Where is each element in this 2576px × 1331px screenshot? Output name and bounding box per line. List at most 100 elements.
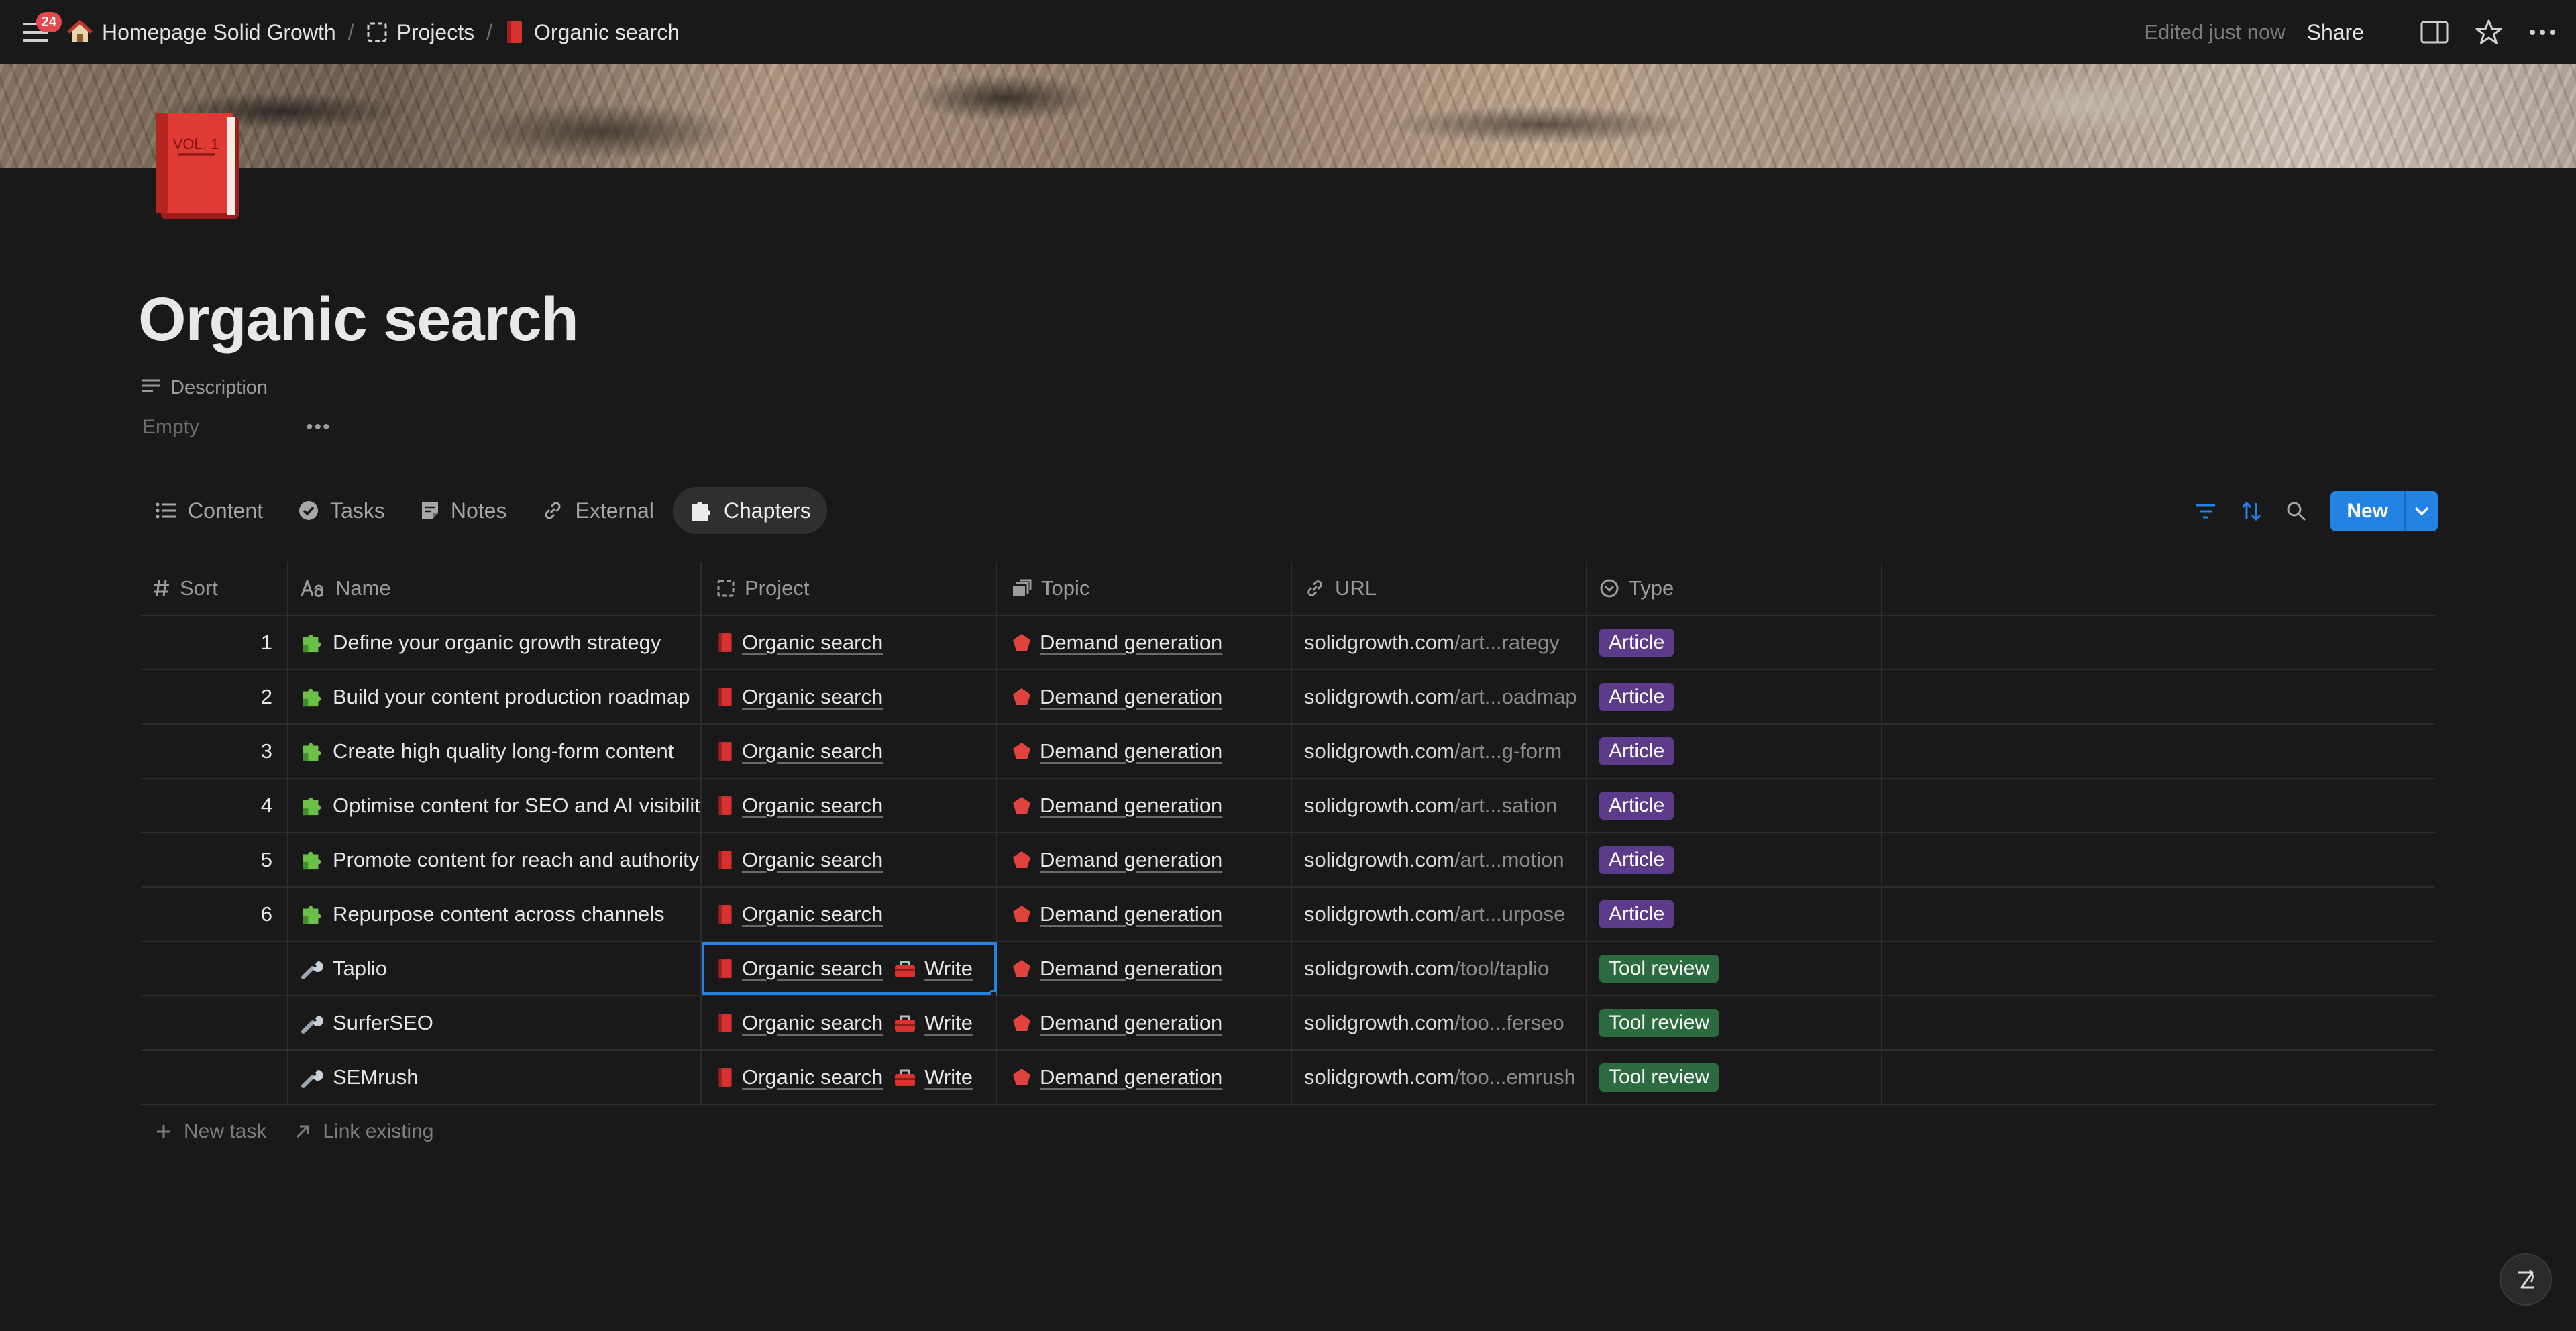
column-header-sort[interactable]: Sort: [141, 562, 288, 615]
type-cell[interactable]: Tool review: [1587, 1051, 1882, 1104]
table-row[interactable]: 2 Build your content production roadmap …: [141, 670, 2435, 725]
url-domain[interactable]: solidgrowth.com: [1304, 848, 1454, 872]
url-domain[interactable]: solidgrowth.com: [1304, 1011, 1454, 1035]
name-cell[interactable]: Create high quality long-form content: [288, 725, 702, 778]
topic-relation[interactable]: Demand generation: [1012, 685, 1222, 709]
red-book-vol1-icon[interactable]: VOL. 1: [152, 110, 246, 224]
topic-cell[interactable]: Demand generation: [997, 833, 1292, 886]
filter-icon[interactable]: [2195, 502, 2216, 520]
new-task-button[interactable]: New task: [156, 1120, 266, 1143]
topic-relation[interactable]: Demand generation: [1012, 631, 1222, 655]
url-path[interactable]: /art...oadmap: [1454, 685, 1577, 709]
column-header-project[interactable]: Project: [702, 562, 997, 615]
tab-chapters[interactable]: Chapters: [672, 487, 827, 534]
search-icon[interactable]: [2286, 501, 2306, 521]
tab-tasks[interactable]: Tasks: [282, 487, 401, 534]
table-row[interactable]: 1 Define your organic growth strategy Or…: [141, 616, 2435, 670]
type-cell[interactable]: Article: [1587, 616, 1882, 669]
sidebar-menu-button[interactable]: 24: [20, 12, 62, 48]
new-button[interactable]: New: [2330, 491, 2404, 531]
property-more-button[interactable]: •••: [306, 416, 331, 439]
description-value[interactable]: Empty: [142, 416, 199, 439]
column-header-name[interactable]: Name: [288, 562, 702, 615]
topic-cell[interactable]: Demand generation: [997, 1051, 1292, 1104]
name-value[interactable]: Taplio: [333, 957, 387, 981]
url-cell[interactable]: solidgrowth.com/art...urpose: [1292, 888, 1587, 941]
breadcrumb-projects[interactable]: Projects: [366, 20, 474, 45]
project-relation[interactable]: Organic search: [716, 848, 883, 872]
column-header-add[interactable]: [1882, 562, 2435, 615]
url-domain[interactable]: solidgrowth.com: [1304, 1065, 1454, 1089]
sort-cell[interactable]: [141, 996, 288, 1049]
topic-relation[interactable]: Demand generation: [1012, 794, 1222, 818]
project-cell[interactable]: Organic search Write: [702, 942, 997, 995]
table-row[interactable]: 6 Repurpose content across channels Orga…: [141, 888, 2435, 942]
favorite-star-icon[interactable]: [2475, 19, 2502, 46]
table-row[interactable]: 3 Create high quality long-form content …: [141, 725, 2435, 779]
type-cell[interactable]: Article: [1587, 725, 1882, 778]
name-value[interactable]: Build your content production roadmap: [333, 685, 690, 709]
url-cell[interactable]: solidgrowth.com/art...g-form: [1292, 725, 1587, 778]
url-domain[interactable]: solidgrowth.com: [1304, 794, 1454, 818]
topic-cell[interactable]: Demand generation: [997, 670, 1292, 723]
topic-cell[interactable]: Demand generation: [997, 888, 1292, 941]
url-path[interactable]: /art...motion: [1454, 848, 1564, 872]
sort-cell[interactable]: 5: [141, 833, 288, 886]
url-path[interactable]: /tool/taplio: [1454, 957, 1549, 981]
topic-cell[interactable]: Demand generation: [997, 996, 1292, 1049]
new-dropdown-button[interactable]: [2404, 491, 2438, 531]
name-value[interactable]: Repurpose content across channels: [333, 902, 665, 926]
url-domain[interactable]: solidgrowth.com: [1304, 739, 1454, 763]
column-header-topic[interactable]: Topic: [997, 562, 1292, 615]
url-domain[interactable]: solidgrowth.com: [1304, 631, 1454, 655]
topic-relation[interactable]: Demand generation: [1012, 739, 1222, 763]
name-value[interactable]: SEMrush: [333, 1065, 418, 1089]
description-property[interactable]: Description: [141, 377, 268, 399]
type-cell[interactable]: Article: [1587, 670, 1882, 723]
url-path[interactable]: /art...rategy: [1454, 631, 1560, 655]
page-cover[interactable]: [0, 64, 2576, 168]
sort-icon[interactable]: [2241, 500, 2262, 522]
project-cell[interactable]: Organic search: [702, 616, 997, 669]
topic-relation[interactable]: Demand generation: [1012, 957, 1222, 981]
url-cell[interactable]: solidgrowth.com/art...oadmap: [1292, 670, 1587, 723]
topic-cell[interactable]: Demand generation: [997, 725, 1292, 778]
name-value[interactable]: Optimise content for SEO and AI visibili…: [333, 794, 700, 818]
name-cell[interactable]: Repurpose content across channels: [288, 888, 702, 941]
type-cell[interactable]: Tool review: [1587, 942, 1882, 995]
topic-relation[interactable]: Demand generation: [1012, 848, 1222, 872]
name-cell[interactable]: Build your content production roadmap: [288, 670, 702, 723]
project-relation[interactable]: Organic search: [716, 957, 883, 981]
name-value[interactable]: SurferSEO: [333, 1011, 433, 1035]
name-cell[interactable]: Define your organic growth strategy: [288, 616, 702, 669]
breadcrumb-home[interactable]: Homepage Solid Growth: [67, 20, 336, 45]
project-relation[interactable]: Organic search: [716, 794, 883, 818]
url-cell[interactable]: solidgrowth.com/art...motion: [1292, 833, 1587, 886]
sort-cell[interactable]: [141, 1051, 288, 1104]
url-path[interactable]: /too...emrush: [1454, 1065, 1576, 1089]
topic-relation[interactable]: Demand generation: [1012, 1065, 1222, 1089]
project-relation[interactable]: Organic search: [716, 631, 883, 655]
project-relation[interactable]: Organic search: [716, 739, 883, 763]
type-cell[interactable]: Article: [1587, 888, 1882, 941]
sort-cell[interactable]: 6: [141, 888, 288, 941]
sort-cell[interactable]: [141, 942, 288, 995]
url-cell[interactable]: solidgrowth.com/too...ferseo: [1292, 996, 1587, 1049]
project-relation-tool[interactable]: Write: [894, 1011, 973, 1035]
project-relation[interactable]: Organic search: [716, 1011, 883, 1035]
side-peek-icon[interactable]: [2420, 21, 2449, 44]
table-row[interactable]: SEMrush Organic search Write Demand gene…: [141, 1051, 2435, 1105]
tab-notes[interactable]: Notes: [404, 487, 523, 534]
table-row[interactable]: SurferSEO Organic search Write Demand ge…: [141, 996, 2435, 1051]
share-button[interactable]: Share: [2307, 20, 2364, 45]
url-path[interactable]: /art...g-form: [1454, 739, 1562, 763]
table-row[interactable]: 4 Optimise content for SEO and AI visibi…: [141, 779, 2435, 833]
table-row[interactable]: Taplio Organic search Write Demand gener…: [141, 942, 2435, 996]
breadcrumb-current[interactable]: Organic search: [504, 20, 680, 45]
sort-cell[interactable]: 4: [141, 779, 288, 832]
topic-cell[interactable]: Demand generation: [997, 942, 1292, 995]
link-existing-button[interactable]: Link existing: [294, 1120, 433, 1143]
tab-content[interactable]: Content: [140, 487, 279, 534]
name-cell[interactable]: Taplio: [288, 942, 702, 995]
column-header-url[interactable]: URL: [1292, 562, 1587, 615]
